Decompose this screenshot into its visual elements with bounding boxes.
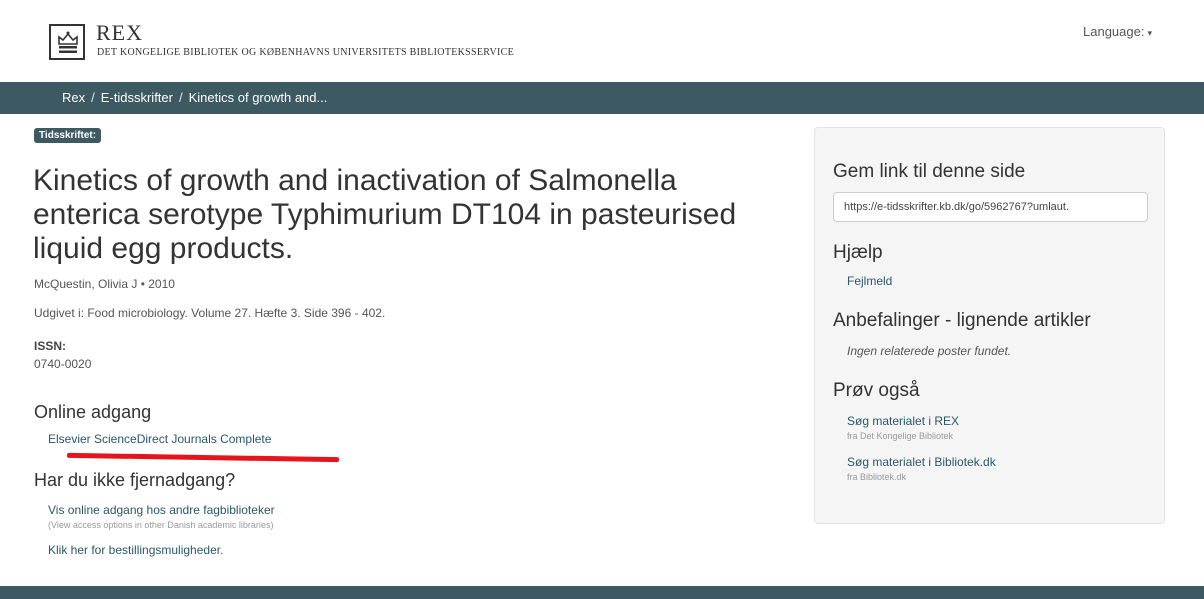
breadcrumb-rex[interactable]: Rex: [62, 90, 85, 105]
breadcrumb-separator: /: [91, 90, 95, 105]
breadcrumb: Rex / E-tidsskrifter / Kinetics of growth an…: [62, 90, 327, 105]
search-rex-link[interactable]: Søg materialet i REX: [847, 414, 959, 428]
remote-access-heading: Har du ikke fjernadgang?: [34, 470, 236, 490]
recommendations-heading: Anbefalinger - lignende artikler: [833, 310, 1091, 331]
issn-value: 0740-0020: [34, 357, 92, 371]
save-link-heading: Gem link til denne side: [833, 161, 1026, 182]
try-also-heading: Prøv også: [833, 380, 920, 401]
permalink-input[interactable]: [833, 192, 1148, 222]
order-options-link[interactable]: Klik her for bestillingsmuligheder.: [48, 543, 223, 557]
site-header: REX DET KONGELIGE BIBLIOTEK OG KØBENHAVN…: [0, 0, 1204, 82]
highlight-underline: [66, 452, 340, 463]
footer-bar: [0, 586, 1204, 599]
caret-down-icon: ▾: [1147, 28, 1152, 38]
search-bibliotek-dk-source: fra Bibliotek.dk: [847, 472, 907, 482]
search-rex-source: fra Det Kongelige Bibliotek: [847, 431, 954, 441]
other-libraries-note: (View access options in other Danish aca…: [48, 520, 274, 530]
brand-subtitle: DET KONGELIGE BIBLIOTEK OG KØBENHAVNS UN…: [97, 47, 514, 58]
breadcrumb-bar: Rex / E-tidsskrifter / Kinetics of growth an…: [0, 82, 1204, 114]
other-libraries-link[interactable]: Vis online adgang hos andre fagbibliotek…: [48, 503, 275, 517]
crown-icon[interactable]: [49, 24, 85, 60]
record-type-badge: Tidsskriftet:: [34, 128, 102, 143]
breadcrumb-current: Kinetics of growth and...: [188, 90, 328, 105]
issn-label: ISSN:: [34, 339, 67, 353]
author-year: McQuestin, Olivia J • 2010: [34, 277, 175, 291]
breadcrumb-etidsskrifter[interactable]: E-tidsskrifter: [101, 90, 173, 105]
sidebar-panel: Gem link til denne side Hjælp Fejlmeld A…: [814, 127, 1165, 524]
language-dropdown[interactable]: Language: ▾: [1083, 24, 1152, 39]
no-recommendations-text: Ingen relaterede poster fundet.: [847, 344, 1012, 358]
published-in: Udgivet i: Food microbiology. Volume 27.…: [34, 306, 386, 320]
language-label: Language:: [1083, 24, 1145, 39]
report-error-link[interactable]: Fejlmeld: [847, 274, 892, 288]
breadcrumb-separator: /: [178, 90, 183, 105]
sciencedirect-link[interactable]: Elsevier ScienceDirect Journals Complete: [48, 432, 271, 446]
brand-title[interactable]: REX: [96, 20, 143, 46]
page-title: Kinetics of growth and inactivation of S…: [33, 164, 737, 265]
help-heading: Hjælp: [833, 242, 883, 263]
search-bibliotek-dk-link[interactable]: Søg materialet i Bibliotek.dk: [847, 455, 996, 469]
online-access-heading: Online adgang: [34, 402, 152, 422]
